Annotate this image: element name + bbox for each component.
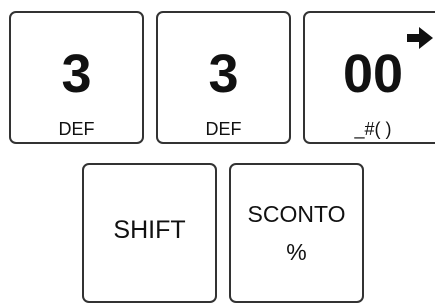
- shift-button[interactable]: SHIFT: [82, 163, 217, 303]
- key-sublabel: DEF: [58, 119, 95, 139]
- percent-label: %: [286, 239, 307, 265]
- key-3-def-b[interactable]: 3 DEF: [156, 11, 291, 144]
- key-00[interactable]: 00 _#( ): [303, 11, 435, 144]
- key-sublabel: DEF: [205, 119, 242, 139]
- sconto-label: SCONTO: [247, 201, 346, 227]
- shift-label: SHIFT: [113, 216, 186, 244]
- key-sublabel: _#( ): [354, 119, 392, 139]
- key-3-def-a[interactable]: 3 DEF: [9, 11, 144, 144]
- key-digit: 3: [208, 44, 239, 104]
- sconto-button[interactable]: SCONTO %: [229, 163, 364, 303]
- key-digit: 00: [342, 44, 404, 104]
- key-digit: 3: [61, 44, 92, 104]
